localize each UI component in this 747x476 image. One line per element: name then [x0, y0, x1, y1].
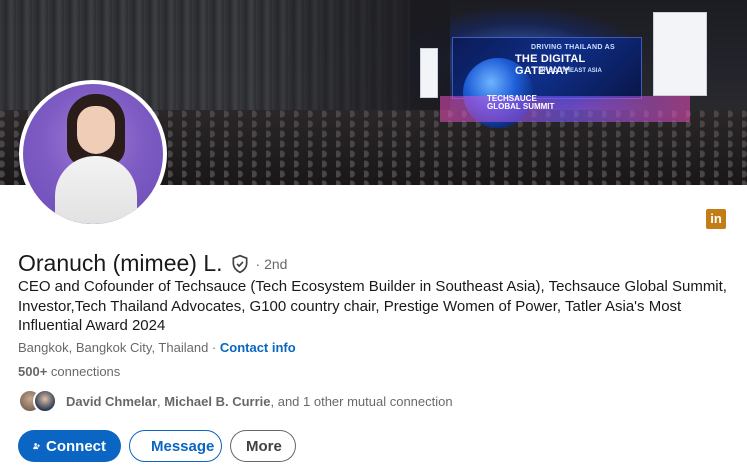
linkedin-icon[interactable]: in [706, 209, 726, 229]
connect-button[interactable]: Connect [18, 430, 121, 462]
connections-number: 500+ [18, 364, 48, 379]
avatar [33, 389, 57, 413]
connections-label: connections [47, 364, 121, 379]
mutual-name-2: Michael B. Currie [164, 393, 271, 409]
more-button[interactable]: More [230, 430, 296, 462]
contact-info-link[interactable]: Contact info [220, 340, 296, 355]
mutual-connections[interactable]: David Chmelar, Michael B. Currie, and 1 … [18, 388, 453, 414]
profile-location: Bangkok, Bangkok City, Thailand [18, 340, 209, 355]
banner-stage-lights [440, 96, 690, 122]
connection-degree: · 2nd [255, 255, 288, 272]
banner-stage-screen: DRIVING THAILAND AS THE DIGITAL GATEWAY … [452, 37, 642, 128]
connect-label: Connect [46, 437, 106, 455]
verified-shield-icon[interactable] [230, 254, 250, 274]
mutual-connections-text: David Chmelar, Michael B. Currie, and 1 … [66, 393, 453, 409]
banner-side-screen-left [420, 48, 438, 98]
profile-name: Oranuch (mimee) L. [18, 250, 223, 276]
message-button[interactable]: Message [129, 430, 222, 462]
mutual-avatars [18, 388, 62, 414]
banner-stage-text: TECHSAUCE GLOBAL SUMMIT [487, 95, 554, 111]
mutual-rest: , and 1 other mutual connection [270, 393, 453, 409]
banner-screen-line3: OF SOUTHEAST ASIA [539, 68, 602, 74]
message-label: Message [151, 437, 215, 455]
banner-screen-line1: DRIVING THAILAND AS [531, 44, 615, 51]
connections-count[interactable]: 500+ connections [18, 364, 120, 379]
profile-actions: Connect Message More [18, 430, 296, 462]
add-person-icon [33, 443, 40, 450]
location-separator: · [208, 340, 220, 355]
banner-stage-line2: GLOBAL SUMMIT [487, 102, 555, 111]
profile-photo[interactable] [19, 80, 167, 228]
mutual-name-1: David Chmelar [66, 393, 158, 409]
banner-side-screen-right [653, 12, 707, 96]
profile-headline: CEO and Cofounder of Techsauce (Tech Eco… [18, 278, 727, 334]
more-label: More [246, 437, 282, 455]
location-row: Bangkok, Bangkok City, Thailand · Contac… [18, 340, 296, 355]
profile-name-row: Oranuch (mimee) L. · 2nd [18, 250, 287, 277]
